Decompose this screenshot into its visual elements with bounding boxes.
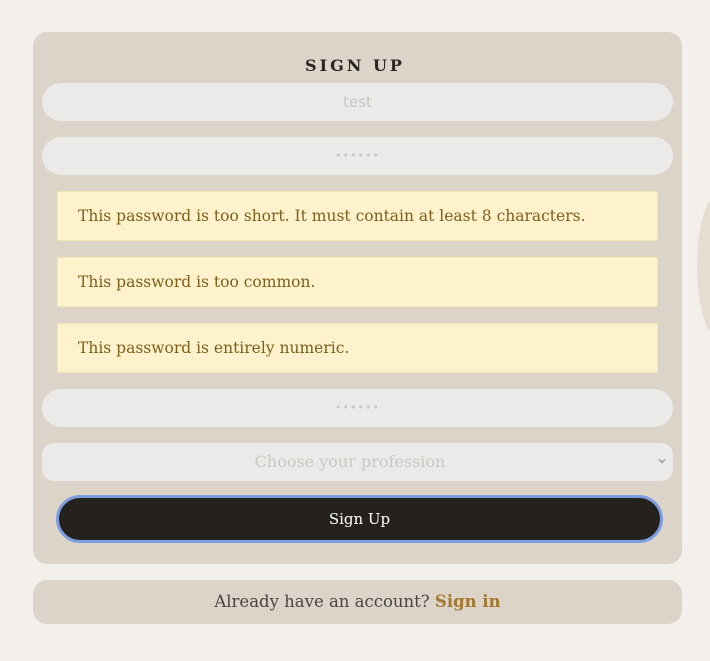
sign-in-link[interactable]: Sign in: [435, 592, 501, 611]
signin-prompt-card: Already have an account? Sign in: [33, 580, 682, 624]
password-error-too-short: This password is too short. It must cont…: [57, 191, 658, 241]
chevron-down-icon: [658, 459, 666, 464]
password-error-too-common: This password is too common.: [57, 257, 658, 307]
profession-placeholder: Choose your profession: [254, 452, 446, 471]
password-confirm-input[interactable]: ••••••: [42, 389, 673, 427]
background-decoration: [697, 196, 710, 336]
username-input[interactable]: test: [42, 83, 673, 121]
sign-up-button[interactable]: Sign Up: [56, 495, 663, 543]
profession-select[interactable]: Choose your profession: [42, 443, 673, 481]
signin-prompt-text: Already have an account?: [214, 592, 430, 611]
password-error-numeric: This password is entirely numeric.: [57, 323, 658, 373]
password-input[interactable]: ••••••: [42, 137, 673, 175]
form-title: SIGN UP: [305, 56, 405, 75]
